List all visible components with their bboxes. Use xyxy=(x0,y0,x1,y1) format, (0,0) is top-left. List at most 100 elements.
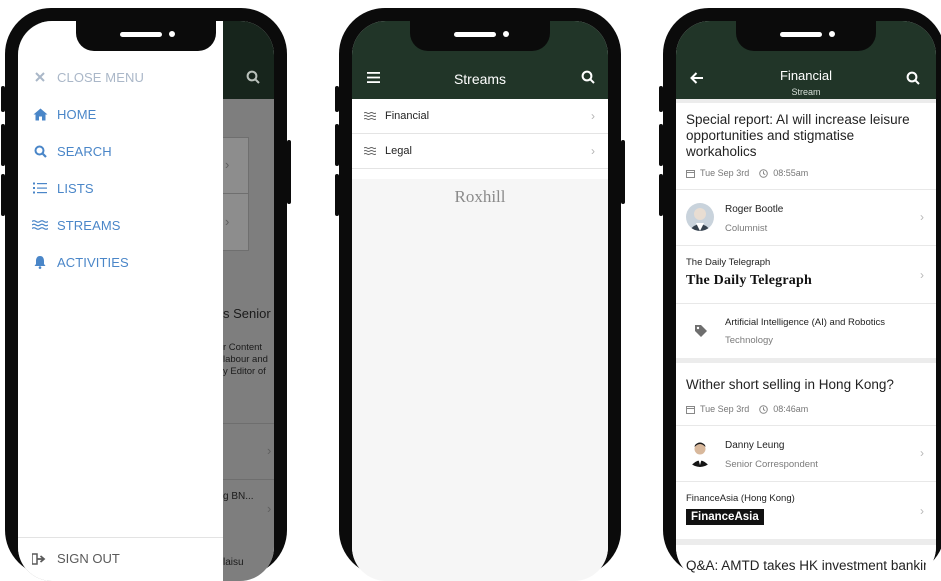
menu-item-label: ACTIVITIES xyxy=(57,254,129,270)
article-date: Tue Sep 3rd xyxy=(700,404,750,414)
article-feed: Special report: AI will increase leisure… xyxy=(676,99,936,581)
close-icon xyxy=(32,72,48,82)
menu-item-label: HOME xyxy=(57,106,97,122)
author-role: Senior Correspondent xyxy=(725,459,818,470)
author-cell[interactable]: Danny Leung Senior Correspondent › xyxy=(676,426,936,480)
article-meta: Tue Sep 3rd 08:55am xyxy=(686,168,808,178)
dimmed-body-line: r Content xyxy=(223,342,263,353)
author-name: Roger Bootle xyxy=(725,204,784,215)
calendar-icon xyxy=(686,169,695,178)
topic-cell[interactable]: Artificial Intelligence (AI) and Robotic… xyxy=(676,304,936,358)
menu-item-streams[interactable]: STREAMS xyxy=(32,214,121,236)
menu-item-label: STREAMS xyxy=(57,217,121,233)
menu-item-activities[interactable]: ACTIVITIES xyxy=(32,251,129,273)
notch xyxy=(76,21,216,51)
dimmed-body-line: y Editor of xyxy=(223,366,266,377)
section-gap xyxy=(676,358,936,363)
clock-icon xyxy=(759,404,769,414)
power-button xyxy=(621,140,625,204)
author-name: Danny Leung xyxy=(725,440,785,451)
topic-category: Technology xyxy=(725,335,774,346)
chevron-right-icon: › xyxy=(920,504,924,518)
streams-icon xyxy=(364,112,376,120)
mute-switch xyxy=(659,86,663,112)
dimmed-divider xyxy=(223,479,274,480)
article-headline[interactable]: Wither short selling in Hong Kong? xyxy=(686,377,926,393)
mute-switch xyxy=(1,86,5,112)
page-title: Financial xyxy=(779,68,833,83)
article-headline[interactable]: Special report: AI will increase leisure… xyxy=(686,112,926,160)
search-icon[interactable] xyxy=(246,70,260,84)
search-icon xyxy=(32,145,48,158)
volume-down-button xyxy=(659,174,663,216)
volume-up-button xyxy=(1,124,5,166)
menu-item-home[interactable]: HOME xyxy=(32,103,96,125)
chevron-right-icon: › xyxy=(267,501,272,516)
article-time: 08:46am xyxy=(773,404,809,414)
sign-out-icon xyxy=(32,552,48,565)
section-gap xyxy=(676,539,936,545)
notch xyxy=(410,21,550,51)
phone-streams: Streams Financial › Legal › Roxhill xyxy=(335,8,625,581)
publication-cell[interactable]: The Daily Telegraph The Daily Telegraph … xyxy=(676,246,936,302)
chevron-right-icon: › xyxy=(591,144,595,158)
search-icon[interactable] xyxy=(906,71,920,85)
menu-item-label: CLOSE MENU xyxy=(57,69,144,85)
dimmed-divider xyxy=(223,423,274,424)
topic-name: Artificial Intelligence (AI) and Robotic… xyxy=(725,317,885,328)
search-icon[interactable] xyxy=(581,70,595,84)
chevron-right-icon: › xyxy=(267,443,272,458)
stream-row-legal[interactable]: Legal › xyxy=(352,134,608,169)
publication-name: FinanceAsia (Hong Kong) xyxy=(686,493,795,504)
page-title: Streams xyxy=(453,71,507,87)
bell-icon xyxy=(32,255,48,269)
chevron-right-icon: › xyxy=(225,214,230,229)
stream-label: Legal xyxy=(385,145,412,157)
telegraph-logo: The Daily Telegraph xyxy=(686,273,812,288)
screen-streams: Streams Financial › Legal › Roxhill xyxy=(352,21,608,581)
article-date: Tue Sep 3rd xyxy=(700,168,750,178)
dimmed-headline: s Senior xyxy=(223,306,271,321)
screen-menu: › › s Senior r Content labour and y Edit… xyxy=(18,21,274,581)
menu-item-label: SEARCH xyxy=(57,143,112,159)
page-subtitle: Stream xyxy=(791,87,821,97)
menu-divider xyxy=(18,537,223,538)
article-time: 08:55am xyxy=(773,168,809,178)
chevron-right-icon: › xyxy=(920,446,924,460)
author-cell[interactable]: Roger Bootle Columnist › xyxy=(676,190,936,244)
menu-item-label: LISTS xyxy=(57,180,94,196)
mute-switch xyxy=(335,86,339,112)
stream-row-financial[interactable]: Financial › xyxy=(352,99,608,134)
roxhill-logo: Roxhill xyxy=(454,187,506,206)
avatar xyxy=(686,439,714,467)
publication-cell[interactable]: FinanceAsia (Hong Kong) FinanceAsia › xyxy=(676,482,936,538)
dimmed-item-text: laisu xyxy=(223,557,244,568)
chevron-right-icon: › xyxy=(225,157,230,172)
volume-up-button xyxy=(659,124,663,166)
dimmed-body-line: labour and xyxy=(223,354,268,365)
list-icon xyxy=(32,182,48,194)
home-icon xyxy=(32,108,48,121)
volume-up-button xyxy=(335,124,339,166)
streams-icon xyxy=(364,147,376,155)
sign-out-button[interactable]: SIGN OUT xyxy=(32,551,120,566)
power-button xyxy=(287,140,291,204)
publication-name: The Daily Telegraph xyxy=(686,257,771,268)
phone-financial-stream: Financial Stream Special report: AI will… xyxy=(659,8,941,581)
clock-icon xyxy=(759,168,769,178)
empty-area xyxy=(352,179,608,581)
volume-down-button xyxy=(1,174,5,216)
author-role: Columnist xyxy=(725,223,768,234)
sign-out-label: SIGN OUT xyxy=(57,551,120,566)
tag-icon xyxy=(694,324,708,338)
calendar-icon xyxy=(686,405,695,414)
menu-item-close[interactable]: CLOSE MENU xyxy=(32,66,144,88)
menu-item-search[interactable]: SEARCH xyxy=(32,140,112,162)
notch xyxy=(736,21,876,51)
side-menu: CLOSE MENU HOME SEARCH LISTS STREAMS ACT… xyxy=(18,21,223,581)
menu-item-lists[interactable]: LISTS xyxy=(32,177,94,199)
dimmed-item-text: g BN... xyxy=(223,491,254,502)
stream-label: Financial xyxy=(385,110,430,122)
section-gap xyxy=(676,99,936,103)
chevron-right-icon: › xyxy=(591,109,595,123)
